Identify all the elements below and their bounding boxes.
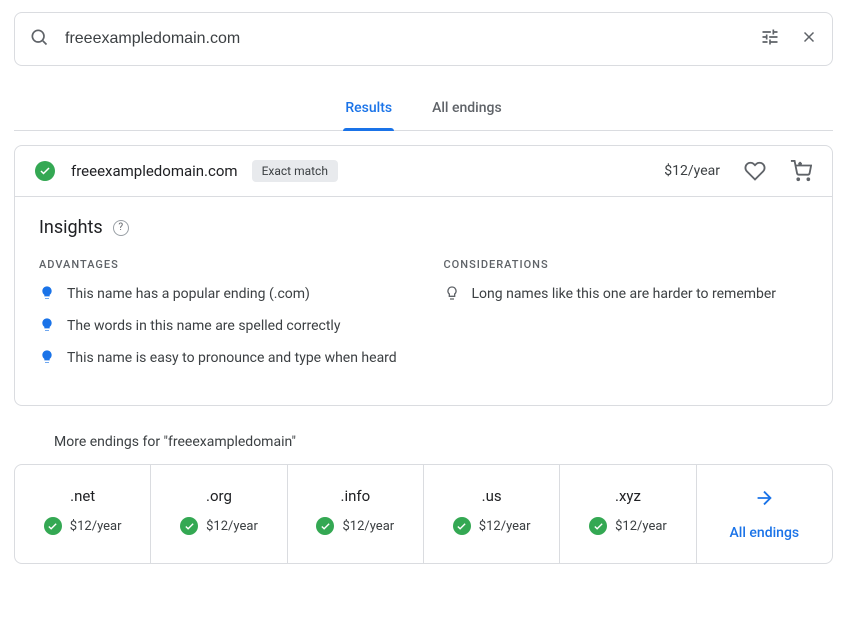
filter-icon[interactable] bbox=[760, 27, 780, 51]
ending-tld: .info bbox=[340, 487, 370, 505]
ending-price: $12/year bbox=[615, 519, 667, 534]
advantages-header: ADVANTAGES bbox=[39, 258, 404, 271]
domain-price: $12/year bbox=[664, 163, 720, 179]
check-icon bbox=[589, 517, 607, 535]
advantage-item: This name has a popular ending (.com) bbox=[39, 285, 404, 305]
lightbulb-icon bbox=[39, 349, 55, 369]
exact-match-badge: Exact match bbox=[252, 160, 338, 182]
advantage-item: The words in this name are spelled corre… bbox=[39, 317, 404, 337]
favorite-icon[interactable] bbox=[744, 160, 766, 182]
ending-tld: .us bbox=[482, 487, 502, 505]
check-icon bbox=[453, 517, 471, 535]
ending-card-xyz[interactable]: .xyz $12/year bbox=[560, 465, 696, 563]
all-endings-label: All endings bbox=[730, 525, 800, 541]
considerations-column: CONSIDERATIONS Long names like this one … bbox=[444, 258, 809, 381]
tab-results[interactable]: Results bbox=[343, 90, 394, 130]
considerations-header: CONSIDERATIONS bbox=[444, 258, 809, 271]
domain-card: freeexampledomain.com Exact match $12/ye… bbox=[14, 145, 833, 406]
advantage-text: This name has a popular ending (.com) bbox=[67, 285, 310, 305]
ending-tld: .xyz bbox=[615, 487, 641, 505]
advantage-item: This name is easy to pronounce and type … bbox=[39, 349, 404, 369]
check-icon bbox=[316, 517, 334, 535]
consideration-item: Long names like this one are harder to r… bbox=[444, 285, 809, 305]
ending-tld: .org bbox=[206, 487, 232, 505]
ending-price: $12/year bbox=[70, 519, 122, 534]
ending-price: $12/year bbox=[206, 519, 258, 534]
ending-card-net[interactable]: .net $12/year bbox=[15, 465, 151, 563]
search-icon bbox=[29, 27, 49, 51]
ending-price: $12/year bbox=[479, 519, 531, 534]
insights-section: Insights ? ADVANTAGES This name has a po… bbox=[15, 197, 832, 405]
lightbulb-icon bbox=[39, 317, 55, 337]
check-icon bbox=[44, 517, 62, 535]
ending-card-info[interactable]: .info $12/year bbox=[288, 465, 424, 563]
search-input[interactable] bbox=[49, 30, 760, 48]
insights-title: Insights bbox=[39, 217, 103, 238]
add-to-cart-icon[interactable] bbox=[790, 160, 812, 182]
domain-name: freeexampledomain.com bbox=[71, 162, 238, 180]
ending-card-org[interactable]: .org $12/year bbox=[151, 465, 287, 563]
arrow-right-icon bbox=[753, 487, 775, 513]
search-actions bbox=[760, 27, 818, 51]
endings-grid: .net $12/year .org $12/year .info $12/ye… bbox=[14, 464, 833, 564]
ending-card-us[interactable]: .us $12/year bbox=[424, 465, 560, 563]
check-icon bbox=[35, 161, 55, 181]
advantage-text: This name is easy to pronounce and type … bbox=[67, 349, 397, 369]
all-endings-button[interactable]: All endings bbox=[697, 465, 832, 563]
advantages-column: ADVANTAGES This name has a popular endin… bbox=[39, 258, 404, 381]
help-icon[interactable]: ? bbox=[113, 220, 129, 236]
domain-row: freeexampledomain.com Exact match $12/ye… bbox=[15, 146, 832, 197]
advantage-text: The words in this name are spelled corre… bbox=[67, 317, 340, 337]
consideration-text: Long names like this one are harder to r… bbox=[472, 285, 777, 305]
ending-tld: .net bbox=[70, 487, 95, 505]
search-bar bbox=[14, 12, 833, 66]
check-icon bbox=[180, 517, 198, 535]
tab-all-endings[interactable]: All endings bbox=[430, 90, 504, 130]
lightbulb-outline-icon bbox=[444, 285, 460, 305]
tabs: Results All endings bbox=[14, 90, 833, 131]
more-endings-header: More endings for "freeexampledomain" bbox=[54, 434, 833, 450]
close-icon[interactable] bbox=[800, 28, 818, 50]
lightbulb-icon bbox=[39, 285, 55, 305]
ending-price: $12/year bbox=[342, 519, 394, 534]
